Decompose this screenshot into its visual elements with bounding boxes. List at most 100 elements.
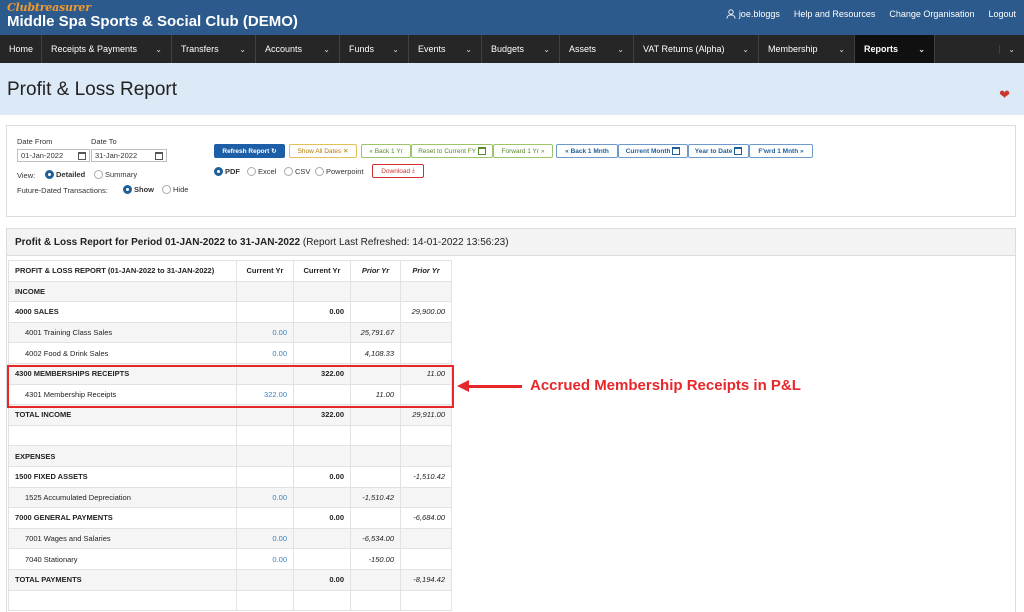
nav-vat-returns[interactable]: VAT Returns (Alpha) ⌄ (634, 35, 759, 63)
format-excel-radio[interactable]: Excel (247, 167, 276, 176)
column-header: PROFIT & LOSS REPORT (01-JAN-2022 to 31-… (8, 260, 237, 282)
chevron-down-icon: ⌄ (392, 44, 399, 54)
format-pdf-radio[interactable]: PDF (214, 167, 240, 176)
profit-loss-table: PROFIT & LOSS REPORT (01-JAN-2022 to 31-… (8, 260, 452, 612)
forward-1yr-button[interactable]: Forward 1 Yr » (493, 144, 553, 158)
view-label: View: (17, 171, 36, 180)
chevron-down-icon: ⌄ (465, 44, 472, 54)
radio-icon (284, 167, 293, 176)
user-menu[interactable]: joe.bloggs (726, 9, 780, 19)
table-row: 1500 FIXED ASSETS 0.00 -1,510.42 (8, 465, 452, 488)
top-links: joe.bloggs Help and Resources Change Org… (726, 9, 1016, 19)
table-row: 7001 Wages and Salaries 0.00 -6,534.00 (8, 527, 452, 550)
close-icon: ✕ (343, 148, 349, 155)
table-row: TOTAL PAYMENTS 0.00 -8,194.42 (8, 568, 452, 591)
amount-link[interactable]: 0.00 (236, 527, 294, 550)
format-csv-radio[interactable]: CSV (284, 167, 310, 176)
back-1mnth-button[interactable]: « Back 1 Mnth (556, 144, 618, 158)
amount-link[interactable]: 0.00 (236, 321, 294, 344)
table-header-row: PROFIT & LOSS REPORT (01-JAN-2022 to 31-… (8, 260, 452, 282)
nav-home[interactable]: Home (0, 35, 42, 63)
radio-icon (94, 170, 103, 179)
amount-link[interactable]: 0.00 (236, 548, 294, 570)
report-title: Profit & Loss Report for Period 01-JAN-2… (15, 237, 301, 248)
main-nav: Home Receipts & Payments ⌄ Transfers ⌄ Acc… (0, 35, 1024, 63)
chevron-down-icon: ⌄ (323, 44, 330, 54)
table-row: 4301 Membership Receipts 322.00 11.00 (8, 383, 452, 406)
nav-events[interactable]: Events ⌄ (409, 35, 482, 63)
column-header: Prior Yr (400, 260, 452, 282)
logout-link[interactable]: Logout (988, 9, 1016, 19)
table-row: EXPENSES (8, 445, 452, 467)
nav-budgets[interactable]: Budgets ⌄ (482, 35, 560, 63)
chevron-down-icon: ⌄ (999, 44, 1015, 54)
calendar-icon (672, 147, 681, 155)
radio-selected-icon (214, 167, 223, 176)
calendar-icon[interactable] (155, 151, 163, 160)
amount-link[interactable]: 0.00 (236, 342, 294, 364)
radio-icon (247, 167, 256, 176)
forward-1mnth-button[interactable]: F'wrd 1 Mnth » (749, 144, 813, 158)
date-from-label: Date From (17, 137, 53, 146)
calendar-icon (477, 147, 486, 155)
reset-fy-button[interactable]: Reset to Current FY (411, 144, 493, 158)
download-button[interactable]: Download ⤓ (372, 164, 424, 178)
future-hide-radio[interactable]: Hide (162, 185, 188, 194)
view-detailed-radio[interactable]: Detailed (45, 170, 85, 179)
report-filters: Date From Date To 01-Jan-2022 31-Jan-202… (6, 125, 1016, 217)
report-panel: Profit & Loss Report for Period 01-JAN-2… (6, 228, 1016, 612)
nav-more[interactable]: ⌄ (935, 35, 1024, 63)
table-row (8, 424, 452, 447)
report-refreshed: (Report Last Refreshed: 14-01-2022 13:56… (302, 237, 509, 248)
annotation-arrow-line (466, 385, 522, 388)
page-title: Profit & Loss Report (7, 79, 178, 100)
change-org-link[interactable]: Change Organisation (889, 9, 974, 19)
chevron-down-icon: ⌄ (543, 44, 550, 54)
refresh-icon: ↻ (271, 148, 277, 155)
chevron-down-icon: ⌄ (155, 44, 162, 54)
heart-icon[interactable]: ❤ (999, 87, 1010, 103)
table-row: 4000 SALES 0.00 29,900.00 (8, 301, 452, 323)
amount-link[interactable]: 322.00 (236, 383, 294, 406)
format-powerpoint-radio[interactable]: Powerpoint (315, 167, 364, 176)
table-row: 4002 Food & Drink Sales 0.00 4,108.33 (8, 342, 452, 364)
current-month-button[interactable]: Current Month (618, 144, 688, 158)
date-to-label: Date To (91, 137, 117, 146)
top-header: Clubtreasurer Middle Spa Sports & Social… (0, 0, 1024, 35)
radio-selected-icon (123, 185, 132, 194)
double-left-icon: « (369, 147, 373, 155)
calendar-icon (734, 147, 743, 155)
help-link[interactable]: Help and Resources (794, 9, 876, 19)
back-1yr-button[interactable]: « Back 1 Yr (361, 144, 411, 158)
table-row: 7040 Stationary 0.00 -150.00 (8, 548, 452, 570)
chevron-down-icon: ⌄ (239, 44, 246, 54)
date-to-input[interactable]: 31-Jan-2022 (91, 149, 167, 162)
date-from-input[interactable]: 01-Jan-2022 (17, 149, 90, 162)
nav-accounts[interactable]: Accounts ⌄ (256, 35, 340, 63)
table-row: INCOME (8, 280, 452, 303)
double-right-icon: » (540, 147, 545, 155)
nav-assets[interactable]: Assets ⌄ (560, 35, 634, 63)
nav-membership[interactable]: Membership ⌄ (759, 35, 855, 63)
chevron-down-icon: ⌄ (617, 44, 624, 54)
refresh-report-button[interactable]: Refresh Report ↻ (214, 144, 285, 158)
amount-link[interactable]: 0.00 (236, 486, 294, 509)
table-row: 7000 GENERAL PAYMENTS 0.00 -6,684.00 (8, 507, 452, 529)
future-show-radio[interactable]: Show (123, 185, 154, 194)
chevron-down-icon: ⌄ (918, 44, 925, 54)
year-to-date-button[interactable]: Year to Date (688, 144, 749, 158)
user-icon (726, 9, 736, 19)
column-header: Current Yr (293, 260, 351, 282)
annotation-text: Accrued Membership Receipts in P&L (530, 377, 801, 394)
page-title-bar: Profit & Loss Report ❤ (0, 63, 1024, 115)
show-all-dates-button[interactable]: Show All Dates ✕ (289, 144, 357, 158)
nav-receipts-payments[interactable]: Receipts & Payments ⌄ (42, 35, 172, 63)
nav-transfers[interactable]: Transfers ⌄ (172, 35, 256, 63)
view-summary-radio[interactable]: Summary (94, 170, 137, 179)
future-dated-label: Future-Dated Transactions: (17, 186, 108, 195)
nav-reports[interactable]: Reports ⌄ (855, 35, 935, 63)
nav-funds[interactable]: Funds ⌄ (340, 35, 409, 63)
chevron-down-icon: ⌄ (838, 44, 845, 54)
column-header: Current Yr (236, 260, 294, 282)
calendar-icon[interactable] (78, 151, 86, 160)
